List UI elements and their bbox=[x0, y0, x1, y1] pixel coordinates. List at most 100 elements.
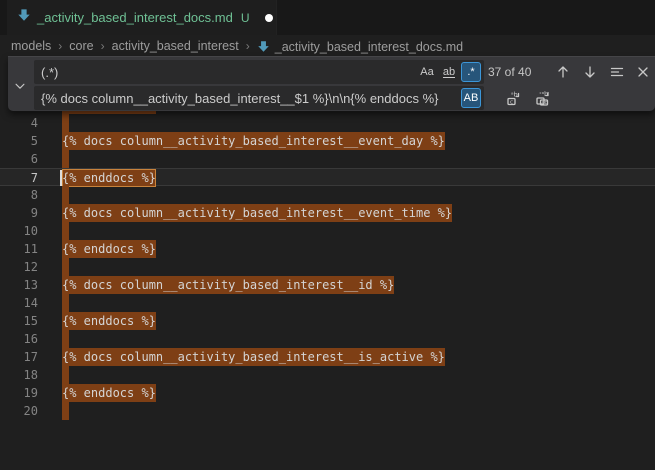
text-cursor bbox=[60, 170, 62, 186]
editor-line[interactable]: 9 {% docs column__activity_based_interest… bbox=[0, 204, 655, 222]
line-number: 16 bbox=[0, 330, 38, 348]
breadcrumb-item-activity-based-interest[interactable]: activity_based_interest bbox=[112, 39, 239, 53]
close-find-widget-button[interactable] bbox=[631, 60, 655, 84]
breadcrumb-item--activity-based-interest-docs-md[interactable]: _activity_based_interest_docs.md bbox=[257, 38, 463, 54]
editor-line[interactable]: 11 {% enddocs %} bbox=[0, 240, 655, 258]
line-number: 18 bbox=[0, 366, 38, 384]
find-results-count: 37 of 40 bbox=[488, 60, 531, 84]
line-content: {% enddocs %} bbox=[62, 312, 156, 330]
empty-line-match-highlight bbox=[62, 222, 69, 240]
search-match-highlight: {% docs column__activity_based_interest_… bbox=[62, 132, 445, 150]
replace-all-button[interactable]: ᶜᵃb ac bbox=[531, 86, 555, 110]
tab-bar: _activity_based_interest_docs.md U bbox=[0, 0, 655, 35]
search-match-highlight: {% enddocs %} bbox=[62, 384, 156, 402]
chevron-right-icon: › bbox=[246, 39, 250, 53]
toggle-replace-button[interactable] bbox=[11, 77, 29, 95]
line-content: {% docs column__activity_based_interest_… bbox=[62, 132, 445, 150]
use-regex-button[interactable]: .* bbox=[461, 62, 481, 82]
line-number: 20 bbox=[0, 402, 38, 420]
empty-line-match-highlight bbox=[62, 366, 69, 384]
markdown-file-icon bbox=[17, 8, 31, 27]
empty-line-match-highlight bbox=[62, 258, 69, 276]
line-number: 14 bbox=[0, 294, 38, 312]
line-number: 12 bbox=[0, 258, 38, 276]
previous-match-button[interactable] bbox=[551, 60, 575, 84]
editor[interactable]: 1{% docs column__activity_based_interest… bbox=[0, 56, 655, 470]
svg-text:ac: ac bbox=[542, 100, 548, 106]
search-match-highlight: {% docs column__activity_based_interest_… bbox=[62, 348, 445, 366]
replace-input-box: AB bbox=[34, 86, 484, 110]
line-content: {% enddocs %} bbox=[62, 384, 156, 402]
editor-line[interactable]: 19 {% enddocs %} bbox=[0, 384, 655, 402]
line-content bbox=[62, 402, 69, 420]
line-content: {% docs column__activity_based_interest_… bbox=[62, 276, 394, 294]
editor-line[interactable]: 12 bbox=[0, 258, 655, 276]
line-number: 7 bbox=[0, 169, 38, 187]
line-content: {% docs column__activity_based_interest_… bbox=[62, 348, 445, 366]
svg-text:ᶜᵃb: ᶜᵃb bbox=[540, 91, 549, 98]
unsaved-changes-dot[interactable] bbox=[265, 14, 273, 22]
find-input[interactable] bbox=[41, 65, 415, 80]
editor-line[interactable]: 18 bbox=[0, 366, 655, 384]
svg-text:ᵃb: ᵃb bbox=[511, 91, 518, 99]
editor-line[interactable]: 6 bbox=[0, 150, 655, 168]
find-input-box: Aa ab .* bbox=[34, 60, 484, 84]
search-match-highlight: {% enddocs %} bbox=[62, 169, 156, 187]
find-replace-widget: Aa ab .* 37 of 40 AB ᵃb c ᶜᵃb ac bbox=[8, 56, 655, 111]
editor-line[interactable]: 15 {% enddocs %} bbox=[0, 312, 655, 330]
line-content bbox=[62, 150, 69, 168]
replace-input[interactable] bbox=[41, 91, 459, 106]
editor-line[interactable]: 10 bbox=[0, 222, 655, 240]
preserve-case-button[interactable]: AB bbox=[461, 88, 481, 108]
search-match-highlight: {% docs column__activity_based_interest_… bbox=[62, 276, 394, 294]
empty-line-match-highlight bbox=[62, 294, 69, 312]
line-number: 11 bbox=[0, 240, 38, 258]
line-number: 19 bbox=[0, 384, 38, 402]
empty-line-match-highlight bbox=[62, 330, 69, 348]
tab-activity-docs[interactable]: _activity_based_interest_docs.md U bbox=[7, 0, 277, 35]
find-in-selection-button[interactable] bbox=[605, 60, 629, 84]
editor-line[interactable]: 14 bbox=[0, 294, 655, 312]
editor-line[interactable]: 5 {% docs column__activity_based_interest… bbox=[0, 132, 655, 150]
line-number: 8 bbox=[0, 186, 38, 204]
replace-button[interactable]: ᵃb c bbox=[502, 86, 526, 110]
search-match-highlight: {% docs column__activity_based_interest_… bbox=[62, 204, 452, 222]
editor-line[interactable]: 4 bbox=[0, 114, 655, 132]
line-number: 13 bbox=[0, 276, 38, 294]
line-content bbox=[62, 258, 69, 276]
svg-text:c: c bbox=[510, 100, 513, 106]
chevron-right-icon: › bbox=[101, 39, 105, 53]
editor-line[interactable]: 7 {% enddocs %} bbox=[0, 168, 655, 186]
line-number: 17 bbox=[0, 348, 38, 366]
editor-line[interactable]: 16 bbox=[0, 330, 655, 348]
line-number: 15 bbox=[0, 312, 38, 330]
line-number: 6 bbox=[0, 150, 38, 168]
editor-line[interactable]: 17 {% docs column__activity_based_interes… bbox=[0, 348, 655, 366]
search-match-highlight: {% enddocs %} bbox=[62, 312, 156, 330]
whole-word-button[interactable]: ab bbox=[439, 62, 459, 82]
line-number: 9 bbox=[0, 204, 38, 222]
line-content: {% enddocs %} bbox=[62, 240, 156, 258]
line-content bbox=[62, 294, 69, 312]
breadcrumb-item-models[interactable]: models bbox=[11, 39, 51, 53]
line-number: 5 bbox=[0, 132, 38, 150]
search-match-highlight: {% enddocs %} bbox=[62, 240, 156, 258]
breadcrumb: models›core›activity_based_interest›_act… bbox=[0, 35, 655, 56]
line-content bbox=[62, 222, 69, 240]
editor-line[interactable]: 8 bbox=[0, 186, 655, 204]
empty-line-match-highlight bbox=[62, 150, 69, 168]
line-content: {% docs column__activity_based_interest_… bbox=[62, 204, 452, 222]
breadcrumb-item-core[interactable]: core bbox=[69, 39, 93, 53]
empty-line-match-highlight bbox=[62, 402, 69, 420]
line-content bbox=[62, 114, 69, 132]
git-status-badge: U bbox=[241, 11, 250, 25]
line-content bbox=[62, 186, 69, 204]
editor-line[interactable]: 20 bbox=[0, 402, 655, 420]
line-number: 4 bbox=[0, 114, 38, 132]
editor-line[interactable]: 13 {% docs column__activity_based_interes… bbox=[0, 276, 655, 294]
line-content bbox=[62, 366, 69, 384]
line-content bbox=[62, 330, 69, 348]
next-match-button[interactable] bbox=[578, 60, 602, 84]
empty-line-match-highlight bbox=[62, 186, 69, 204]
match-case-button[interactable]: Aa bbox=[417, 62, 437, 82]
